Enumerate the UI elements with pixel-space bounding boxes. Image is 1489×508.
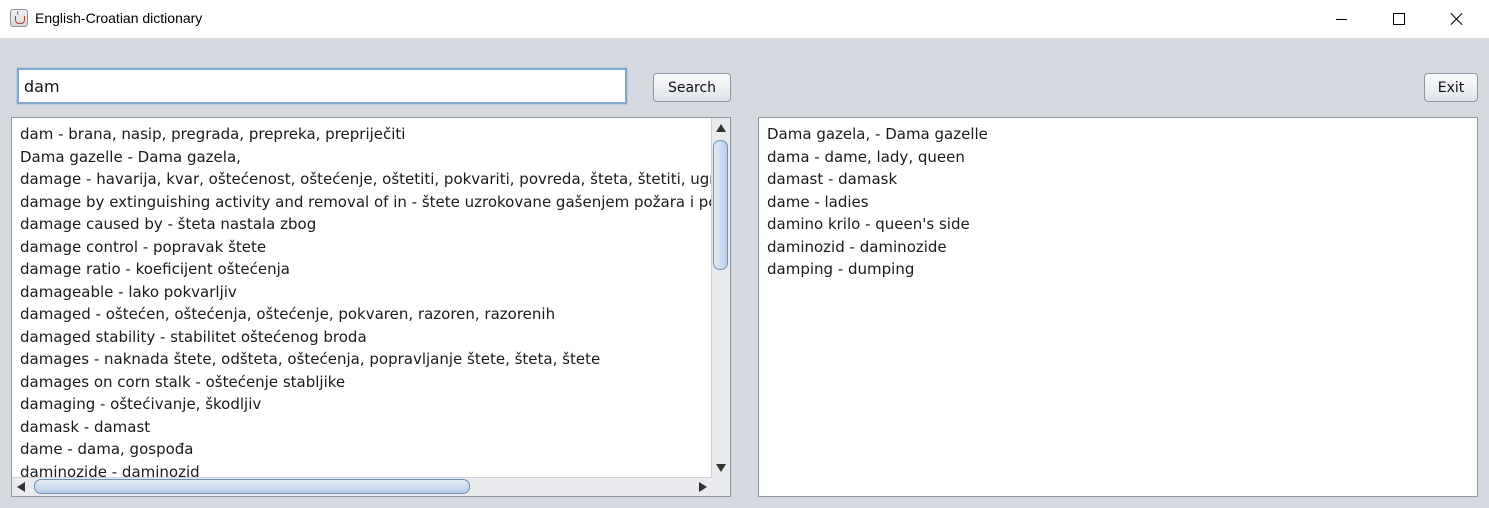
scroll-left-arrow-icon[interactable] (17, 482, 25, 492)
title-bar: English-Croatian dictionary (0, 0, 1489, 39)
list-item[interactable]: damage caused by - šteta nastala zbog (12, 213, 712, 236)
list-item[interactable]: damaging - oštećivanje, škodljiv (12, 393, 712, 416)
croatian-english-results-panel[interactable]: Dama gazela, - Dama gazelle dama - dame, … (758, 117, 1478, 497)
window-title: English-Croatian dictionary (35, 10, 203, 26)
horizontal-scroll-thumb[interactable] (34, 479, 470, 494)
list-item[interactable]: dama - dame, lady, queen (759, 146, 1477, 169)
list-item[interactable]: damast - damask (759, 168, 1477, 191)
list-item[interactable]: damage ratio - koeficijent oštećenja (12, 258, 712, 281)
list-item[interactable]: damages - naknada štete, odšteta, ošteće… (12, 348, 712, 371)
minimize-button[interactable] (1312, 0, 1370, 38)
english-croatian-results-list[interactable]: dam - brana, nasip, pregrada, prepreka, … (12, 118, 712, 478)
horizontal-scrollbar[interactable] (12, 477, 712, 496)
exit-button[interactable]: Exit (1424, 73, 1478, 102)
list-item[interactable]: damaged stability - stabilitet oštećenog… (12, 326, 712, 349)
minimize-icon (1335, 18, 1347, 20)
list-item[interactable]: dame - ladies (759, 191, 1477, 214)
english-croatian-results-panel: dam - brana, nasip, pregrada, prepreka, … (11, 117, 731, 497)
scroll-corner (712, 478, 730, 496)
list-item[interactable]: damageable - lako pokvarljiv (12, 281, 712, 304)
close-button[interactable] (1428, 0, 1486, 38)
search-button[interactable]: Search (653, 73, 731, 102)
list-item[interactable]: damage - havarija, kvar, oštećenost, ošt… (12, 168, 712, 191)
list-item[interactable]: daminozide - daminozid (12, 461, 712, 479)
list-item[interactable]: dame - dama, gospođa (12, 438, 712, 461)
list-item[interactable]: damages on corn stalk - oštećenje stablj… (12, 371, 712, 394)
list-item[interactable]: damino krilo - queen's side (759, 213, 1477, 236)
scroll-down-arrow-icon[interactable] (716, 464, 726, 472)
list-item[interactable]: Dama gazelle - Dama gazela, (12, 146, 712, 169)
list-item[interactable]: damping - dumping (759, 258, 1477, 281)
list-item[interactable]: damaged - oštećen, oštećenja, oštećenje,… (12, 303, 712, 326)
java-app-icon (10, 9, 28, 27)
maximize-button[interactable] (1370, 0, 1428, 38)
list-item[interactable]: daminozid - daminozide (759, 236, 1477, 259)
search-input[interactable] (16, 67, 628, 105)
list-item[interactable]: damage by extinguishing activity and rem… (12, 191, 712, 214)
scroll-right-arrow-icon[interactable] (699, 482, 707, 492)
maximize-icon (1393, 13, 1405, 25)
list-item[interactable]: damage control - popravak štete (12, 236, 712, 259)
list-item[interactable]: dam - brana, nasip, pregrada, prepreka, … (12, 123, 712, 146)
scroll-up-arrow-icon[interactable] (716, 124, 726, 132)
close-icon (1450, 12, 1464, 26)
vertical-scroll-thumb[interactable] (713, 140, 728, 270)
vertical-scrollbar[interactable] (711, 118, 730, 478)
list-item[interactable]: Dama gazela, - Dama gazelle (759, 123, 1477, 146)
list-item[interactable]: damask - damast (12, 416, 712, 439)
